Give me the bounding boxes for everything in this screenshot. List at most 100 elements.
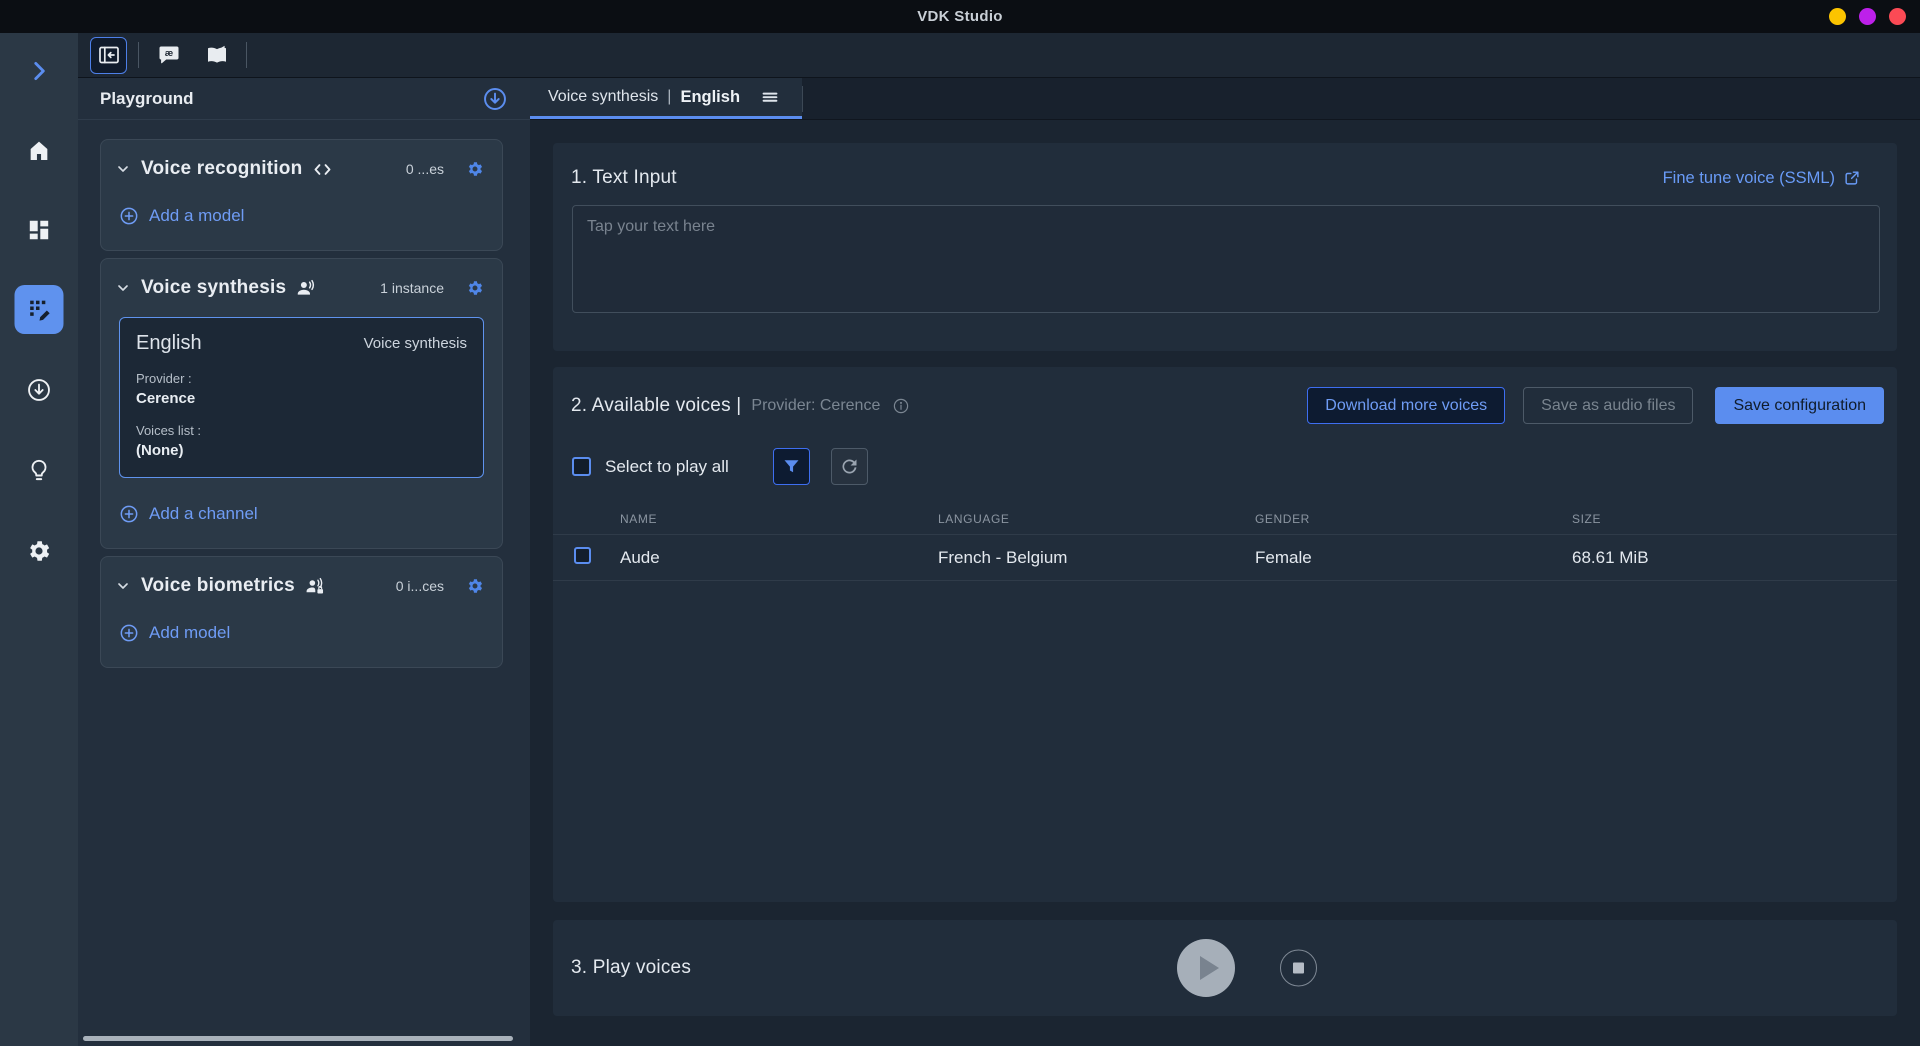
tab-voice-synthesis-english[interactable]: Voice synthesis | English bbox=[530, 78, 802, 119]
save-configuration-button[interactable]: Save configuration bbox=[1715, 387, 1884, 424]
window-dot-yellow-icon[interactable] bbox=[1829, 8, 1846, 25]
add-channel-label: Add a channel bbox=[149, 504, 258, 524]
available-voices-section: 2. Available voices | Provider: Cerence … bbox=[553, 367, 1897, 902]
voice-synthesis-card-header: Voice synthesis 1 instance bbox=[115, 277, 484, 299]
card-settings-button[interactable] bbox=[466, 279, 484, 297]
chevron-right-icon bbox=[26, 58, 52, 84]
left-nav-rail bbox=[0, 33, 78, 1046]
titlebar: VDK Studio bbox=[0, 0, 1920, 33]
nav-download-button[interactable] bbox=[23, 374, 55, 406]
download-more-voices-button[interactable]: Download more voices bbox=[1307, 387, 1505, 424]
play-icon bbox=[1200, 956, 1219, 980]
voices-table: NAME LANGUAGE GENDER SIZE Aude French - … bbox=[553, 503, 1897, 581]
filter-funnel-icon bbox=[781, 456, 802, 477]
instance-count: 1 instance bbox=[380, 280, 444, 296]
instance-count: 0 i...ces bbox=[396, 578, 444, 594]
voice-recognition-card-header: Voice recognition 0 ...es bbox=[115, 158, 484, 180]
add-channel-link[interactable]: Add a channel bbox=[119, 504, 484, 524]
tab-bar: Voice synthesis | English bbox=[530, 78, 1920, 120]
add-model-link[interactable]: Add model bbox=[119, 623, 484, 643]
tab-separator: | bbox=[667, 88, 671, 106]
voice-biometrics-icon bbox=[305, 576, 326, 597]
dashboard-icon bbox=[26, 217, 52, 243]
channel-card-english[interactable]: English Voice synthesis Provider : Ceren… bbox=[119, 317, 484, 478]
provider-info-button[interactable] bbox=[892, 397, 910, 415]
download-circle-icon bbox=[482, 86, 508, 112]
tab-divider bbox=[802, 86, 803, 112]
channel-type: Voice synthesis bbox=[364, 335, 467, 352]
column-header-language: LANGUAGE bbox=[938, 512, 1255, 526]
text-input-title: 1. Text Input bbox=[571, 167, 677, 189]
play-voices-section: 3. Play voices bbox=[553, 920, 1897, 1016]
main-content: Voice synthesis | English 1. Text Input … bbox=[530, 78, 1920, 1046]
phoneme-tool-button[interactable]: æ bbox=[150, 37, 187, 74]
horizontal-scrollbar[interactable] bbox=[83, 1036, 513, 1041]
toolbar-divider bbox=[138, 42, 139, 68]
refresh-voices-button[interactable] bbox=[831, 448, 868, 485]
text-input-section: 1. Text Input Fine tune voice (SSML) bbox=[553, 143, 1897, 351]
home-icon bbox=[26, 138, 52, 164]
channel-card-header: English Voice synthesis bbox=[136, 332, 467, 355]
voice-recognition-card: Voice recognition 0 ...es Add a model bbox=[100, 139, 503, 251]
card-settings-button[interactable] bbox=[466, 160, 484, 178]
card-title: Voice biometrics bbox=[141, 575, 295, 597]
gear-icon bbox=[466, 279, 484, 297]
nav-settings-button[interactable] bbox=[23, 535, 55, 567]
gear-icon bbox=[466, 160, 484, 178]
tab-menu-button[interactable] bbox=[759, 86, 781, 108]
collapse-chevron-icon[interactable] bbox=[115, 161, 131, 177]
hamburger-menu-icon bbox=[759, 86, 781, 108]
play-button[interactable] bbox=[1177, 939, 1235, 997]
fine-tune-ssml-link[interactable]: Fine tune voice (SSML) bbox=[1663, 169, 1861, 188]
window-controls bbox=[1829, 8, 1906, 25]
collapse-panel-button[interactable] bbox=[90, 37, 127, 74]
svg-text:æ: æ bbox=[164, 48, 173, 59]
cell-size: 68.61 MiB bbox=[1572, 548, 1897, 568]
play-voices-title: 3. Play voices bbox=[571, 957, 691, 979]
voices-list-value: (None) bbox=[136, 442, 467, 459]
card-settings-button[interactable] bbox=[466, 577, 484, 595]
refresh-icon bbox=[839, 456, 860, 477]
info-icon bbox=[892, 397, 910, 415]
window-dot-purple-icon[interactable] bbox=[1859, 8, 1876, 25]
tab-label: Voice synthesis bbox=[548, 88, 658, 106]
expand-sidebar-button[interactable] bbox=[23, 55, 55, 87]
select-to-play-all-checkbox[interactable] bbox=[572, 457, 591, 476]
collapse-chevron-icon[interactable] bbox=[115, 280, 131, 296]
playground-title: Playground bbox=[100, 89, 194, 109]
collapse-chevron-icon[interactable] bbox=[115, 578, 131, 594]
gear-icon bbox=[466, 577, 484, 595]
nav-dashboard-button[interactable] bbox=[23, 214, 55, 246]
playground-download-button[interactable] bbox=[482, 86, 508, 112]
nav-ideas-button[interactable] bbox=[23, 454, 55, 486]
external-link-icon bbox=[1843, 169, 1861, 187]
voice-biometrics-card-header: Voice biometrics 0 i...ces bbox=[115, 575, 484, 597]
plus-circle-icon bbox=[119, 206, 139, 226]
save-as-audio-files-button[interactable]: Save as audio files bbox=[1523, 387, 1693, 424]
table-row-aude[interactable]: Aude French - Belgium Female 68.61 MiB bbox=[553, 535, 1897, 581]
voices-list-label: Voices list : bbox=[136, 423, 467, 438]
gear-icon bbox=[26, 538, 52, 564]
add-model-label: Add a model bbox=[149, 206, 244, 226]
nav-playground-button[interactable] bbox=[15, 285, 64, 334]
row-checkbox[interactable] bbox=[574, 547, 591, 564]
app-window: VDK Studio bbox=[0, 0, 1920, 1046]
stop-button[interactable] bbox=[1280, 950, 1317, 987]
instance-count: 0 ...es bbox=[406, 161, 444, 177]
channel-name: English bbox=[136, 332, 202, 355]
column-header-gender: GENDER bbox=[1255, 512, 1572, 526]
window-title: VDK Studio bbox=[917, 8, 1003, 25]
select-to-play-all-label: Select to play all bbox=[605, 457, 737, 477]
column-header-size: SIZE bbox=[1572, 512, 1897, 526]
documentation-button[interactable] bbox=[198, 37, 235, 74]
cell-language: French - Belgium bbox=[938, 548, 1255, 568]
filter-voices-button[interactable] bbox=[773, 448, 810, 485]
column-header-name: NAME bbox=[620, 512, 938, 526]
add-model-link[interactable]: Add a model bbox=[119, 206, 484, 226]
text-input-field[interactable] bbox=[572, 205, 1880, 313]
main-scroll-area: 1. Text Input Fine tune voice (SSML) 2. … bbox=[530, 120, 1920, 1046]
playground-edit-icon bbox=[25, 296, 53, 324]
nav-home-button[interactable] bbox=[23, 135, 55, 167]
window-dot-red-icon[interactable] bbox=[1889, 8, 1906, 25]
card-title: Voice recognition bbox=[141, 158, 302, 180]
